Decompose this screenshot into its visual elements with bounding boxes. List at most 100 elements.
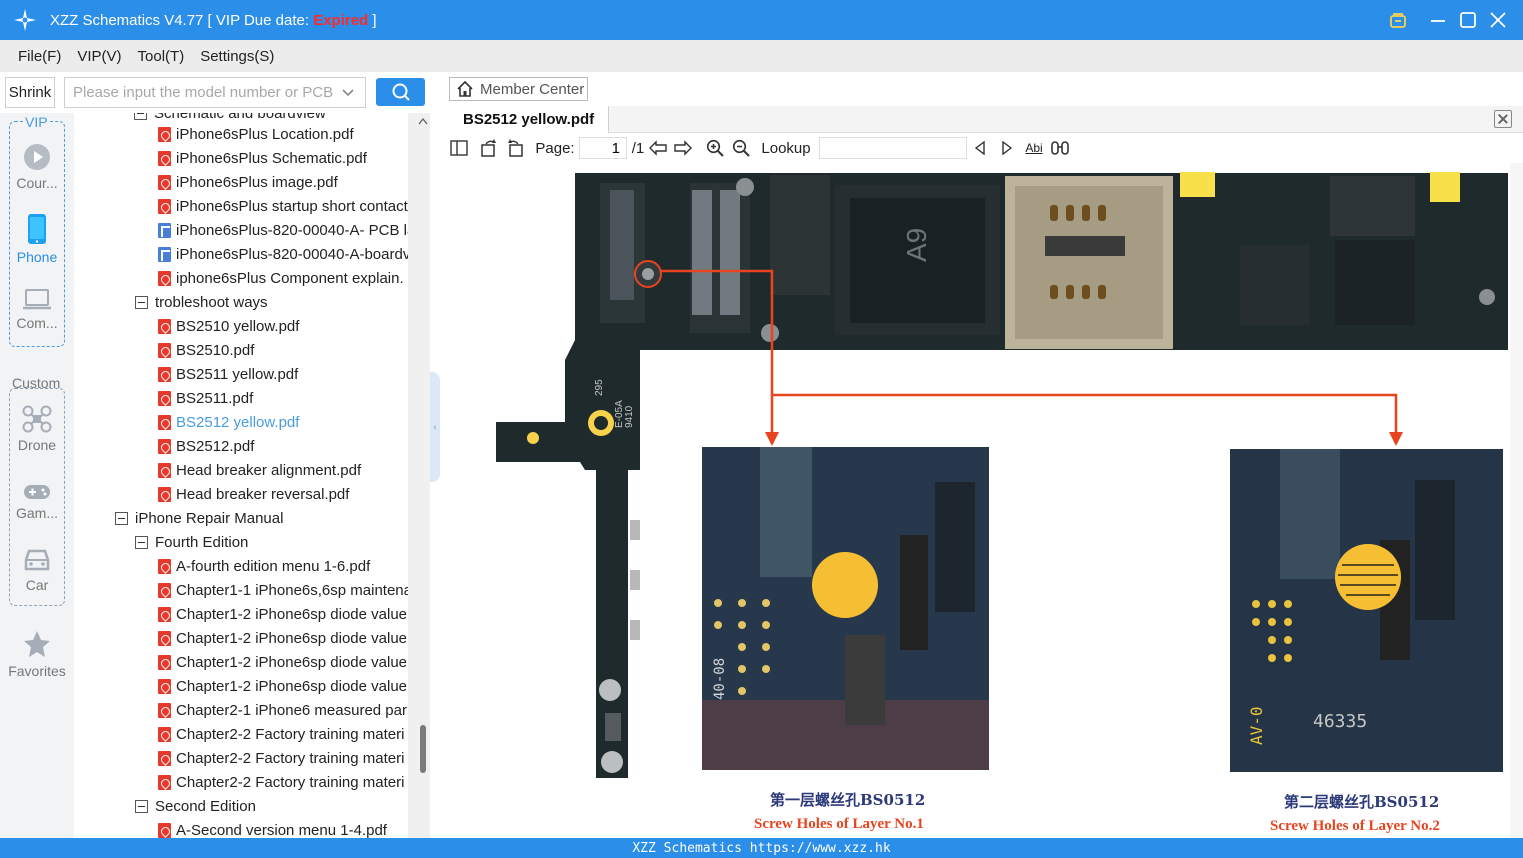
tree-folder[interactable]: Second Edition xyxy=(135,794,256,818)
tree-item[interactable]: Chapter2-1 iPhone6 measured par xyxy=(158,698,407,722)
collapse-icon[interactable] xyxy=(135,799,148,813)
tree-item[interactable]: iPhone6sPlus startup short contact xyxy=(158,194,408,218)
category-favorites[interactable]: Favorites xyxy=(0,629,74,679)
tree-label: Chapter2-2 Factory training materi xyxy=(176,773,405,791)
tree-item[interactable]: Chapter1-2 iPhone6sp diode value xyxy=(158,602,407,626)
tree-item[interactable]: Head breaker reversal.pdf xyxy=(158,482,349,506)
match-case-icon[interactable]: Abi xyxy=(1023,135,1045,161)
tree-item[interactable]: Head breaker alignment.pdf xyxy=(158,458,361,482)
menu-vip[interactable]: VIP(V) xyxy=(77,48,121,65)
search-button[interactable] xyxy=(376,78,425,106)
collapse-icon[interactable] xyxy=(135,295,148,309)
tree-item[interactable]: Chapter1-1 iPhone6s,6sp maintena xyxy=(158,578,408,602)
lock-icon[interactable] xyxy=(1388,0,1408,40)
tree-item[interactable]: Chapter2-2 Factory training materi xyxy=(158,746,404,770)
tree-item[interactable]: iPhone6sPlus image.pdf xyxy=(158,170,338,194)
shrink-button[interactable]: Shrink xyxy=(5,77,55,108)
tree-folder[interactable]: Fourth Edition xyxy=(135,530,248,554)
pdf-icon xyxy=(158,198,171,214)
tree-label: A-Second version menu 1-4.pdf xyxy=(176,821,387,839)
pdf-icon xyxy=(158,318,171,334)
close-icon[interactable] xyxy=(1490,0,1506,40)
rotate-left-icon[interactable] xyxy=(479,135,499,161)
menu-file[interactable]: File(F) xyxy=(18,48,61,65)
title-bar[interactable]: XZZ Schematics V4.77 [ VIP Due date: Exp… xyxy=(0,0,1523,40)
status-bar: XZZ Schematics https://www.xzz.hk xyxy=(0,838,1523,858)
search-icon xyxy=(392,83,410,101)
app-logo-icon xyxy=(14,9,36,31)
chevron-down-icon[interactable] xyxy=(341,86,355,104)
collapse-icon[interactable] xyxy=(135,535,148,549)
tree-item[interactable]: iPhone6sPlus-820-00040-A-boardv xyxy=(158,242,408,266)
collapse-panel-handle[interactable]: ‹ xyxy=(430,372,440,482)
category-drone[interactable]: Drone xyxy=(0,405,74,453)
tree-label: BS2512.pdf xyxy=(176,437,255,455)
maximize-icon[interactable] xyxy=(1460,0,1476,40)
zoom-in-icon[interactable] xyxy=(705,135,725,161)
category-label: Com... xyxy=(16,315,58,331)
page-number-input[interactable] xyxy=(579,137,627,159)
tree-item-selected[interactable]: BS2512 yellow.pdf xyxy=(158,410,299,434)
category-courses[interactable]: Cour... xyxy=(0,143,74,191)
tree-item[interactable]: A-fourth edition menu 1-6.pdf xyxy=(158,554,370,578)
pdf-viewer[interactable]: A9 295 E-05A 9410 40-08 46335 AV-0 第一层螺丝… xyxy=(452,163,1523,838)
scroll-up-icon[interactable] xyxy=(418,117,428,125)
pdf-icon xyxy=(158,654,171,670)
tree-folder[interactable]: iPhone Repair Manual xyxy=(115,506,283,530)
next-page-icon[interactable] xyxy=(673,135,693,161)
member-center-button[interactable]: Member Center xyxy=(449,77,588,101)
tree-item[interactable]: Chapter2-2 Factory training materi xyxy=(158,722,404,746)
prev-page-icon[interactable] xyxy=(648,135,668,161)
category-games[interactable]: Gam... xyxy=(0,483,74,521)
lookup-input[interactable] xyxy=(819,137,967,159)
tree-label: Fourth Edition xyxy=(155,533,249,551)
tree-item[interactable]: BS2510 yellow.pdf xyxy=(158,314,299,338)
caption-layer1-cn: 第一层螺丝孔BS0512 xyxy=(770,791,926,809)
collapse-icon[interactable] xyxy=(115,511,128,525)
model-search-box[interactable] xyxy=(64,77,366,108)
panel-splitter[interactable]: ‹ xyxy=(430,72,442,838)
category-phone[interactable]: Phone xyxy=(0,213,74,265)
rotate-right-icon[interactable] xyxy=(505,135,525,161)
tree-item[interactable]: BS2510.pdf xyxy=(158,338,254,362)
tree-item[interactable]: A-Second version menu 1-4.pdf xyxy=(158,818,387,838)
category-computer[interactable]: Com... xyxy=(0,287,74,331)
tree-item[interactable]: Chapter1-2 iPhone6sp diode value xyxy=(158,626,407,650)
tree-label: Second Edition xyxy=(155,797,256,815)
collapse-icon[interactable] xyxy=(134,113,147,120)
play-icon xyxy=(24,144,50,170)
tree-label: iPhone6sPlus-820-00040-A- PCB la xyxy=(176,221,408,239)
tree-item[interactable]: iphone6sPlus Component explain. xyxy=(158,266,404,290)
tree-item[interactable]: iPhone6sPlus-820-00040-A- PCB la xyxy=(158,218,408,242)
tree-label: Chapter2-2 Factory training materi xyxy=(176,725,405,743)
menu-settings[interactable]: Settings(S) xyxy=(200,48,274,65)
find-prev-icon[interactable] xyxy=(972,135,988,161)
tree-label: Head breaker alignment.pdf xyxy=(176,461,362,479)
zoom-out-icon[interactable] xyxy=(731,135,751,161)
tree-item[interactable]: Chapter1-2 iPhone6sp diode value xyxy=(158,650,407,674)
tree-item[interactable]: BS2512.pdf xyxy=(158,434,254,458)
find-next-icon[interactable] xyxy=(999,135,1015,161)
tab-document[interactable]: BS2512 yellow.pdf xyxy=(449,106,609,133)
tree-item[interactable]: iPhone6sPlus Schematic.pdf xyxy=(158,146,367,170)
minimize-icon[interactable] xyxy=(1430,0,1446,40)
tree-item[interactable]: iPhone6sPlus Location.pdf xyxy=(158,122,354,146)
tree-folder[interactable]: trobleshoot ways xyxy=(135,290,268,314)
category-car[interactable]: Car xyxy=(0,547,74,593)
close-tab-icon[interactable] xyxy=(1494,110,1512,128)
menu-tool[interactable]: Tool(T) xyxy=(138,48,185,65)
model-search-input[interactable] xyxy=(73,84,333,101)
sidebar-toggle-icon[interactable] xyxy=(449,135,469,161)
tree-item[interactable]: Chapter1-2 iPhone6sp diode value xyxy=(158,674,407,698)
tree-item[interactable]: BS2511 yellow.pdf xyxy=(158,362,298,386)
tree-scroll-thumb[interactable] xyxy=(420,725,426,773)
photo1-label: 40-08 xyxy=(712,658,728,700)
tree-item[interactable]: BS2511.pdf xyxy=(158,386,253,410)
viewer-scrollbar[interactable] xyxy=(1510,163,1523,838)
pdf-icon xyxy=(158,606,171,622)
file-tree[interactable]: Schematic and boardview iPhone6sPlus Loc… xyxy=(74,113,408,838)
binoculars-icon[interactable] xyxy=(1049,135,1071,161)
pdf-icon xyxy=(158,462,171,478)
tree-scrollbar[interactable] xyxy=(408,113,430,838)
tree-item[interactable]: Chapter2-2 Factory training materi xyxy=(158,770,404,794)
